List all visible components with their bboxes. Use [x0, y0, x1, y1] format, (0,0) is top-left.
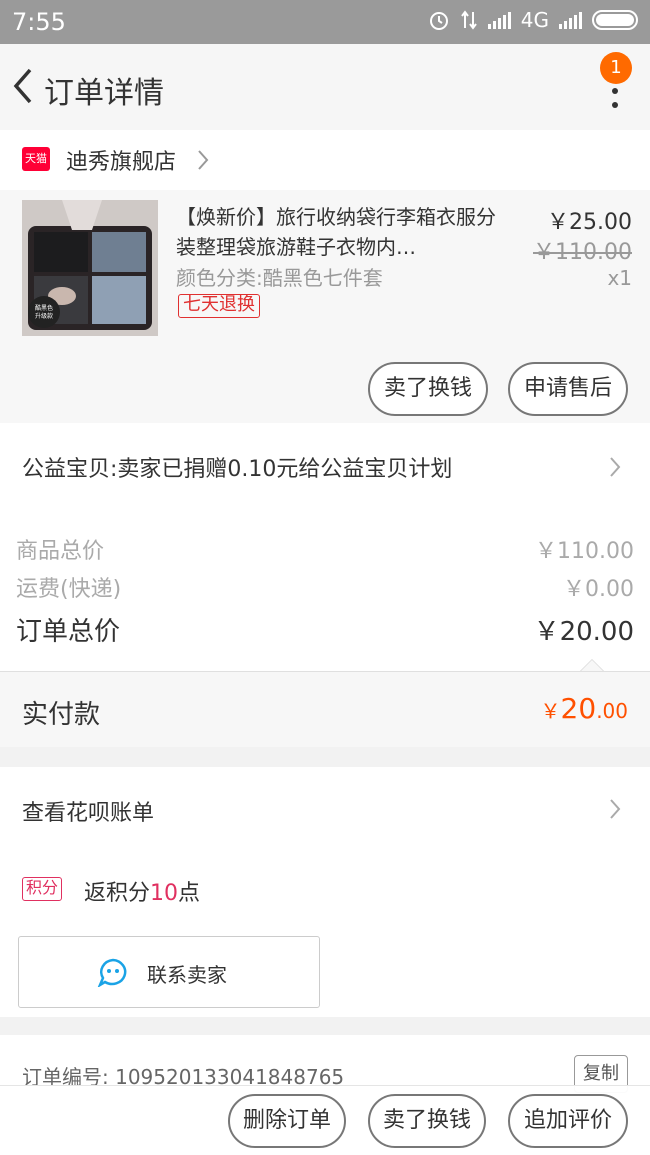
signal-icon: [487, 11, 511, 29]
charity-row[interactable]: 公益宝贝:卖家已捐赠0.10元给公益宝贝计划: [0, 423, 650, 511]
goods-total-label: 商品总价: [16, 539, 105, 564]
price-summary: 商品总价 ￥110.00 运费(快递) ￥0.00 订单总价 ￥20.00: [0, 511, 650, 671]
tmall-logo-icon: 天猫: [22, 147, 50, 171]
alarm-icon: [429, 12, 448, 30]
add-review-button[interactable]: 追加评价: [508, 1094, 628, 1148]
huabei-bill-link[interactable]: 查看花呗账单: [22, 795, 154, 827]
product-quantity: x1: [607, 266, 632, 290]
network-type: 4G: [520, 8, 549, 32]
contact-seller-button[interactable]: 联系卖家: [18, 936, 320, 1008]
status-time: 7:55: [12, 8, 66, 36]
charity-text: 公益宝贝:卖家已捐赠0.10元给公益宝贝计划: [22, 457, 453, 482]
svg-text:酷黑色: 酷黑色: [35, 304, 53, 312]
paid-label: 实付款: [22, 700, 101, 730]
chat-bubble-icon: [97, 958, 127, 987]
page-title: 订单详情: [44, 76, 164, 111]
shipping-row: 运费(快递) ￥0.00: [16, 571, 634, 603]
goods-total-row: 商品总价 ￥110.00: [16, 533, 634, 565]
goods-total-value: ￥110.00: [535, 539, 634, 564]
chevron-right-icon: [198, 150, 209, 170]
svg-text:升级款: 升级款: [35, 312, 53, 320]
paid-row: 实付款 ￥20.00: [0, 671, 650, 747]
product-original-price: ￥110.00: [533, 240, 632, 265]
product-spec: 颜色分类:酷黑色七件套: [176, 266, 383, 290]
status-icons: 4G: [428, 8, 638, 32]
caret-pointer: [580, 659, 604, 671]
return-policy-badge: 七天退换: [178, 294, 260, 318]
nav-bar: 订单详情 1: [0, 44, 650, 130]
shipping-label: 运费(快递): [16, 577, 122, 602]
bottom-action-bar: 删除订单 卖了换钱 追加评价: [0, 1085, 650, 1155]
delete-order-button[interactable]: 删除订单: [228, 1094, 346, 1148]
chevron-right-icon: [610, 457, 621, 477]
signal-icon-2: [559, 11, 582, 29]
chevron-right-icon: [610, 799, 621, 819]
battery-icon: [592, 10, 638, 30]
status-bar: 7:55 4G: [0, 0, 650, 44]
extra-section: 查看花呗账单 积分 返积分10点 联系卖家: [0, 767, 650, 1017]
order-total-row: 订单总价 ￥20.00: [16, 611, 634, 648]
shipping-value: ￥0.00: [563, 577, 634, 602]
product-price: ￥25.00: [547, 210, 632, 235]
after-sale-button[interactable]: 申请售后: [508, 362, 628, 416]
product-title[interactable]: 【焕新价】旅行收纳袋行李箱衣服分装整理袋旅游鞋子衣物内…: [176, 202, 506, 262]
shop-header[interactable]: 天猫 迪秀旗舰店: [0, 130, 650, 190]
order-total-value: ￥20.00: [533, 617, 634, 647]
bottom-sell-button[interactable]: 卖了换钱: [368, 1094, 486, 1148]
shop-name[interactable]: 迪秀旗舰店: [66, 144, 176, 176]
contact-seller-label: 联系卖家: [147, 963, 227, 987]
product-item[interactable]: 酷黑色 升级款 【焕新价】旅行收纳袋行李箱衣服分装整理袋旅游鞋子衣物内… 颜色分…: [0, 190, 650, 423]
sell-button[interactable]: 卖了换钱: [368, 362, 488, 416]
back-arrow-icon[interactable]: [8, 66, 38, 106]
notification-badge: 1: [600, 52, 632, 84]
order-total-label: 订单总价: [16, 617, 121, 647]
product-photo-icon: 酷黑色 升级款: [22, 200, 158, 336]
paid-amount: ￥20.00: [540, 692, 628, 725]
product-image[interactable]: 酷黑色 升级款: [22, 200, 158, 336]
data-transfer-icon: [460, 10, 477, 30]
points-text: 返积分10点: [84, 881, 201, 906]
points-badge: 积分: [22, 877, 63, 901]
